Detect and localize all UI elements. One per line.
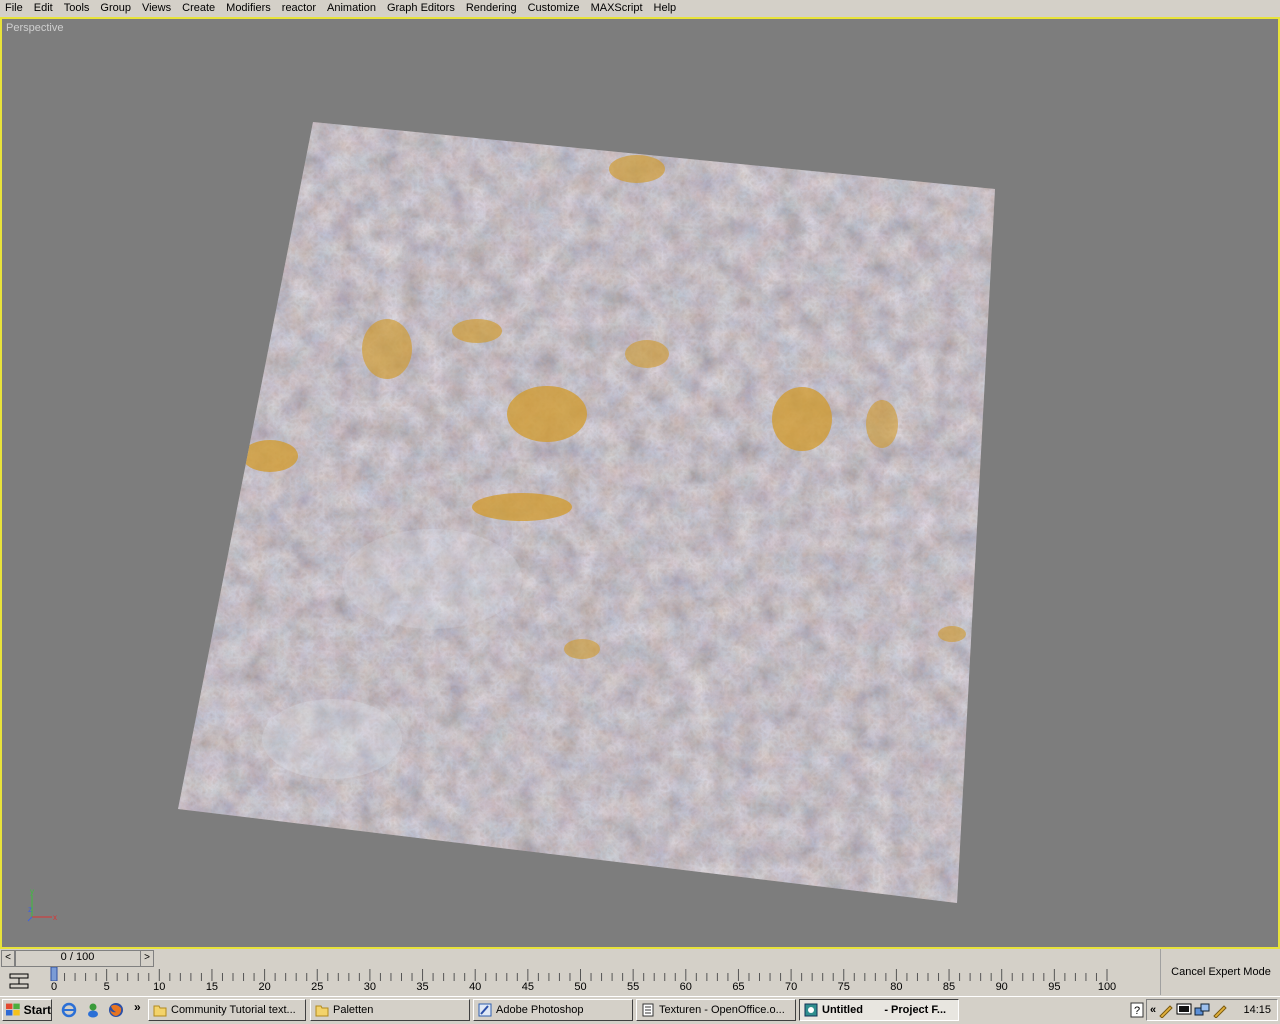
clock: 14:15 — [1243, 1004, 1271, 1016]
ruler-tick-label: 85 — [942, 981, 956, 993]
help-icon[interactable]: ? — [1130, 1002, 1144, 1018]
svg-text:x: x — [53, 913, 57, 922]
folder-icon — [315, 1005, 329, 1017]
menu-customize[interactable]: Customize — [523, 0, 586, 17]
tray-pencil-icon[interactable] — [1158, 1002, 1174, 1018]
ruler-tick-label: 0 — [50, 981, 58, 993]
quicklaunch-chevron[interactable]: » — [134, 1000, 141, 1014]
start-button[interactable]: Start — [2, 999, 52, 1021]
ruler-tick-label: 70 — [784, 981, 798, 993]
ruler-tick-label: 75 — [837, 981, 850, 993]
folder-icon — [153, 1005, 167, 1017]
taskbar: Start » Community Tutorial text... Palet… — [0, 996, 1280, 1024]
svg-text:?: ? — [1134, 1005, 1140, 1017]
menu-file[interactable]: File — [0, 0, 29, 17]
ruler-tick-label: 65 — [732, 981, 745, 993]
time-slider-next-button[interactable]: > — [140, 950, 154, 967]
firefox-icon[interactable] — [108, 1002, 124, 1018]
task-community-tutorial[interactable]: Community Tutorial text... — [148, 999, 306, 1021]
ruler-tick-label: 15 — [205, 981, 219, 993]
cancel-expert-mode-button[interactable]: Cancel Expert Mode — [1160, 949, 1280, 995]
menu-graph-editors[interactable]: Graph Editors — [382, 0, 461, 17]
internet-explorer-icon[interactable] — [61, 1002, 77, 1018]
ruler-tick-label: 90 — [995, 981, 1008, 993]
menu-edit[interactable]: Edit — [29, 0, 59, 17]
menu-help[interactable]: Help — [649, 0, 683, 17]
ruler-tick-label: 100 — [1097, 981, 1117, 993]
menu-group[interactable]: Group — [95, 0, 137, 17]
ruler-tick-label: 5 — [103, 981, 110, 993]
ruler-tick-label: 35 — [416, 981, 429, 993]
ruler-tick-label: 45 — [521, 981, 534, 993]
tray-expand-chevron[interactable]: « — [1150, 1004, 1156, 1016]
ruler-ticks — [50, 967, 1108, 981]
task-paletten[interactable]: Paletten — [310, 999, 470, 1021]
track-bar: 0 5 10 15 20 25 30 35 40 45 50 55 60 65 70 75 80 85 90 95 10… — [0, 967, 1160, 995]
ruler-tick-label: 55 — [627, 981, 640, 993]
ruler-tick-label: 30 — [363, 981, 377, 993]
time-slider-prev-button[interactable]: < — [1, 950, 15, 967]
perspective-viewport[interactable]: Perspective y x z — [0, 17, 1280, 949]
photoshop-icon — [478, 1003, 492, 1017]
system-tray: « 14:15 — [1146, 999, 1278, 1021]
menu-modifiers[interactable]: Modifiers — [221, 0, 277, 17]
axis-gizmo-icon: y x z — [27, 887, 57, 922]
ruler-tick-label: 10 — [153, 981, 166, 993]
menu-animation[interactable]: Animation — [322, 0, 382, 17]
windows-logo-icon — [6, 1003, 20, 1016]
ruler-tick-label: 60 — [679, 981, 692, 993]
time-slider-position[interactable]: 0 / 100 — [15, 950, 140, 965]
task-texturen-openoffice[interactable]: Texturen - OpenOffice.o... — [636, 999, 796, 1021]
tray-network-icon[interactable] — [1194, 1002, 1210, 1018]
ruler-tick-label: 25 — [311, 981, 324, 993]
trackbar-toggle-icon[interactable] — [8, 972, 30, 990]
task-adobe-photoshop[interactable]: Adobe Photoshop — [473, 999, 633, 1021]
ruler-tick-label: 95 — [1048, 981, 1061, 993]
ruler-tick-label: 50 — [574, 981, 587, 993]
tray-monitor-icon[interactable] — [1176, 1002, 1192, 1018]
menu-maxscript[interactable]: MAXScript — [586, 0, 649, 17]
menu-reactor[interactable]: reactor — [277, 0, 322, 17]
time-slider: < 0 / 100 > — [0, 949, 1160, 967]
menu-rendering[interactable]: Rendering — [461, 0, 523, 17]
svg-text:z: z — [28, 905, 32, 914]
ruler-tick-label: 20 — [258, 981, 271, 993]
menu-create[interactable]: Create — [177, 0, 221, 17]
textured-plane[interactable] — [2, 19, 1278, 947]
3dsmax-icon — [804, 1003, 818, 1017]
tray-pencil2-icon[interactable] — [1212, 1002, 1228, 1018]
svg-text:y: y — [30, 887, 34, 896]
ruler-tick-label: 80 — [890, 981, 903, 993]
task-untitled-3dsmax[interactable]: Untitled - Project F... — [799, 999, 959, 1021]
ruler-tick-label: 40 — [469, 981, 482, 993]
messenger-icon[interactable] — [85, 1002, 101, 1018]
frame-ruler[interactable]: 0 5 10 15 20 25 30 35 40 45 50 55 60 65 70 75 80 85 90 95 10… — [40, 967, 1160, 995]
menu-tools[interactable]: Tools — [59, 0, 96, 17]
document-icon — [642, 1003, 654, 1017]
menu-views[interactable]: Views — [137, 0, 177, 17]
start-label: Start — [23, 1003, 51, 1017]
menu-bar: File Edit Tools Group Views Create Modif… — [0, 0, 1280, 17]
